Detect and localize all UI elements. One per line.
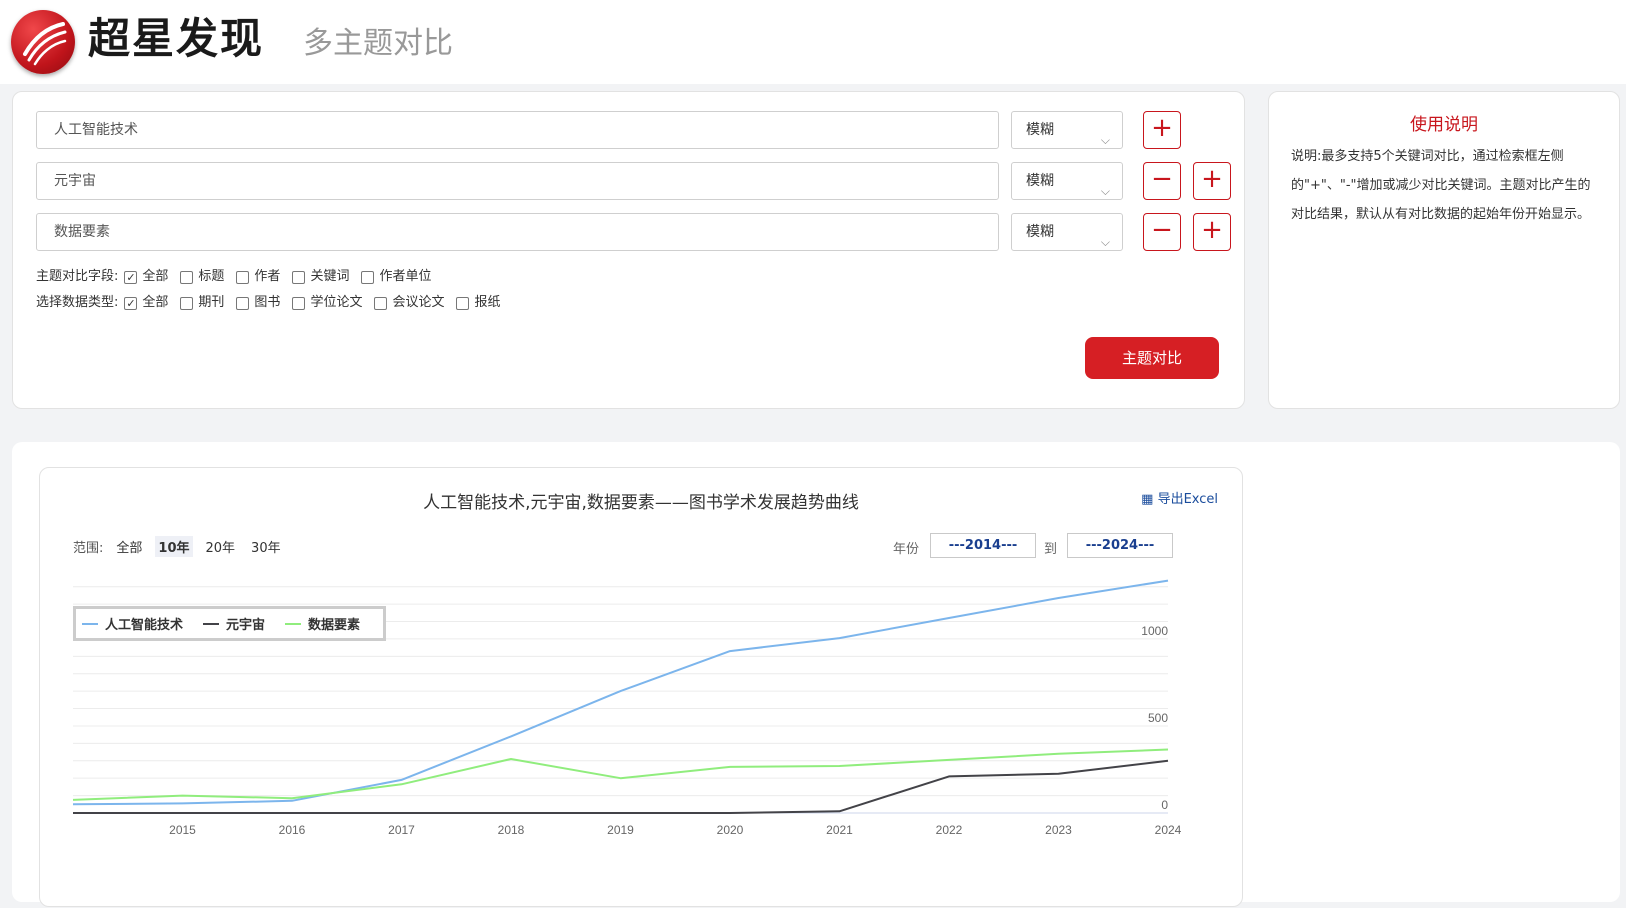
compare-fields-line: 主题对比字段: 全部 标题 作者 关键词 作者单位 <box>36 268 443 287</box>
type-option-all[interactable]: 全部 <box>124 294 169 313</box>
checkbox[interactable] <box>292 296 306 310</box>
help-title: 使用说明 <box>1410 115 1478 135</box>
checkbox[interactable] <box>456 296 470 310</box>
checkbox[interactable] <box>124 295 138 313</box>
field-option-title[interactable]: 标题 <box>180 268 224 286</box>
plot-area: 2015 2016 2017 2018 2019 2020 2021 2022 2023 2024… <box>72 579 1182 837</box>
match-select-value: 模糊 <box>1026 122 1054 138</box>
add-keyword-button[interactable]: + <box>1193 162 1231 200</box>
x-tick-label: 2019 <box>607 823 634 837</box>
chart-legend: 人工智能技术 元宇宙 数据要素 <box>73 606 386 641</box>
x-tick-label: 2024 <box>1155 823 1182 837</box>
add-keyword-button[interactable]: + <box>1193 213 1231 251</box>
keyword-input-2[interactable]: 元宇宙 <box>36 162 999 200</box>
y-tick-label: 0 <box>1161 798 1168 812</box>
option-label: 作者单位 <box>379 269 432 284</box>
chaoxing-logo[interactable] <box>11 10 75 74</box>
remove-keyword-button[interactable]: − <box>1143 213 1181 251</box>
legend-label: 元宇宙 <box>226 618 266 633</box>
add-keyword-button[interactable]: + <box>1143 111 1181 149</box>
y-tick-label: 500 <box>1148 711 1168 725</box>
legend-item[interactable]: 元宇宙 <box>203 614 265 633</box>
x-tick-label: 2022 <box>936 823 963 837</box>
y-tick-label: 1000 <box>1141 624 1168 638</box>
page-subtitle: 多主题对比 <box>303 26 453 61</box>
option-label: 会议论文 <box>392 295 445 310</box>
option-label: 关键词 <box>310 269 350 284</box>
legend-label: 人工智能技术 <box>105 618 184 633</box>
logo-swoosh-icon <box>23 22 67 66</box>
checkbox[interactable] <box>180 296 194 310</box>
search-panel: 人工智能技术 模糊 ⌵ + 元宇宙 模糊 ⌵ − + 数据要素 模糊 ⌵ − + 主题… <box>12 91 1245 409</box>
option-label: 期刊 <box>198 295 225 310</box>
chevron-down-icon: ⌵ <box>1100 235 1110 249</box>
checkbox[interactable] <box>180 270 194 284</box>
option-label: 标题 <box>198 269 225 284</box>
option-label: 图书 <box>254 295 281 310</box>
option-label: 全部 <box>142 269 169 284</box>
match-select-3[interactable]: 模糊 ⌵ <box>1011 213 1123 251</box>
type-option-conference[interactable]: 会议论文 <box>374 294 444 312</box>
x-tick-label: 2016 <box>279 823 306 837</box>
x-tick-label: 2021 <box>826 823 853 837</box>
match-select-value: 模糊 <box>1026 173 1054 189</box>
x-tick-label: 2023 <box>1045 823 1072 837</box>
legend-label: 数据要素 <box>308 618 361 633</box>
trend-chart: 人工智能技术,元宇宙,数据要素——图书学术发展趋势曲线 ▦ 导出Excel 范围… <box>39 467 1243 907</box>
data-types-label: 选择数据类型: <box>36 295 119 310</box>
field-option-keyword[interactable]: 关键词 <box>292 268 349 286</box>
match-select-1[interactable]: 模糊 ⌵ <box>1011 111 1123 149</box>
checkbox[interactable] <box>124 269 138 287</box>
field-option-author[interactable]: 作者 <box>236 268 280 286</box>
type-option-journal[interactable]: 期刊 <box>180 294 224 312</box>
keyword-input-1[interactable]: 人工智能技术 <box>36 111 999 149</box>
option-label: 学位论文 <box>310 295 363 310</box>
checkbox[interactable] <box>236 270 250 284</box>
match-select-2[interactable]: 模糊 ⌵ <box>1011 162 1123 200</box>
compare-button[interactable]: 主题对比 <box>1085 337 1219 379</box>
checkbox[interactable] <box>236 296 250 310</box>
checkbox[interactable] <box>292 270 306 284</box>
match-select-value: 模糊 <box>1026 224 1054 240</box>
help-panel: 使用说明 说明:最多支持5个关键词对比，通过检索框左侧的"+"、"-"增加或减少… <box>1268 91 1620 409</box>
field-option-affiliation[interactable]: 作者单位 <box>361 268 431 286</box>
help-text: 说明:最多支持5个关键词对比，通过检索框左侧的"+"、"-"增加或减少对比关键词… <box>1291 149 1591 222</box>
x-tick-label: 2018 <box>498 823 525 837</box>
type-option-book[interactable]: 图书 <box>236 294 280 312</box>
legend-swatch <box>82 622 98 625</box>
field-option-all[interactable]: 全部 <box>124 268 169 287</box>
app-header: 超星发现 多主题对比 <box>0 0 1626 84</box>
chevron-down-icon: ⌵ <box>1100 133 1110 147</box>
compare-fields-label: 主题对比字段: <box>36 269 119 284</box>
remove-keyword-button[interactable]: − <box>1143 162 1181 200</box>
series-line <box>73 759 1169 814</box>
x-tick-label: 2017 <box>388 823 415 837</box>
legend-swatch <box>285 622 302 625</box>
x-tick-label: 2020 <box>717 823 744 837</box>
type-option-thesis[interactable]: 学位论文 <box>292 294 362 312</box>
chevron-down-icon: ⌵ <box>1100 184 1110 198</box>
legend-item[interactable]: 数据要素 <box>285 614 360 633</box>
brand-name: 超星发现 <box>88 14 265 63</box>
legend-item[interactable]: 人工智能技术 <box>82 614 183 633</box>
option-label: 报纸 <box>474 295 501 310</box>
keyword-input-3[interactable]: 数据要素 <box>36 213 999 251</box>
type-option-newspaper[interactable]: 报纸 <box>456 294 500 312</box>
data-types-line: 选择数据类型: 全部 期刊 图书 学位论文 会议论文 报纸 <box>36 294 512 313</box>
checkbox[interactable] <box>374 296 388 310</box>
option-label: 全部 <box>142 295 169 310</box>
x-tick-label: 2015 <box>169 823 196 837</box>
checkbox[interactable] <box>361 270 375 284</box>
legend-swatch <box>203 622 220 625</box>
option-label: 作者 <box>254 269 281 284</box>
